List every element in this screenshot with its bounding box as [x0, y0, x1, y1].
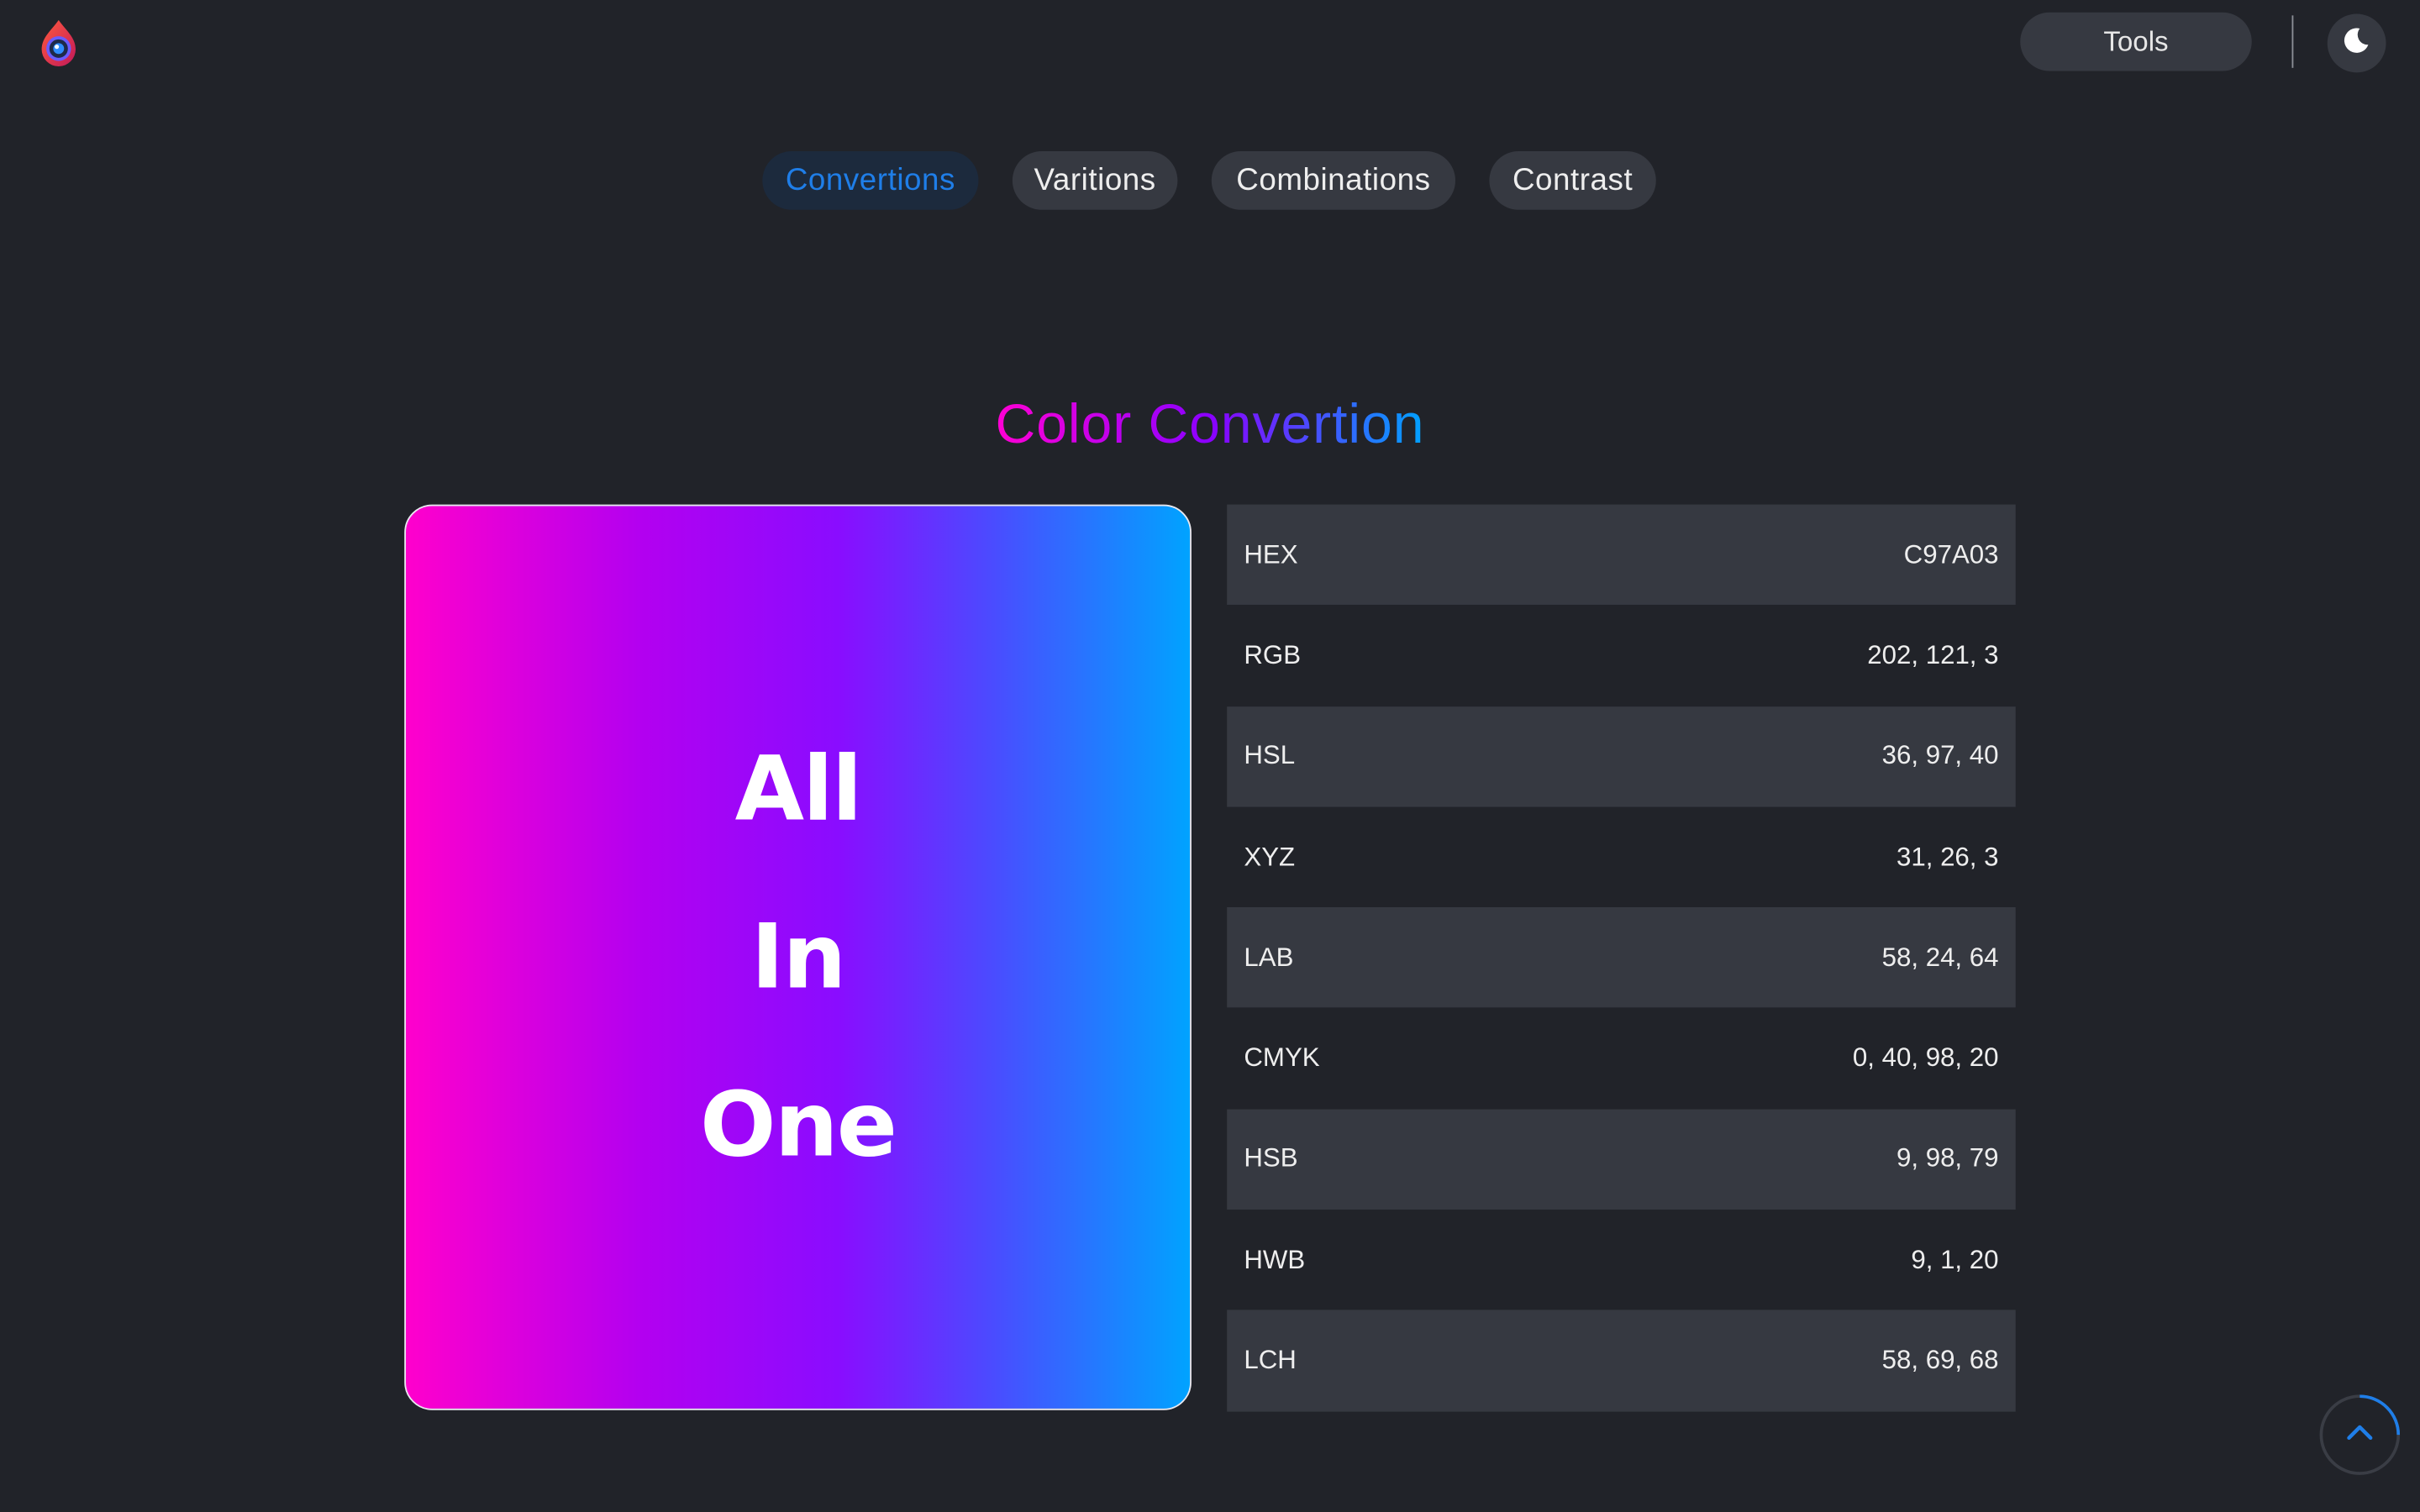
scroll-progress-ring — [2360, 1394, 2401, 1436]
conversion-row-cmyk[interactable]: CMYK 0, 40, 98, 20 — [1227, 1008, 2016, 1109]
tab-label: Contrast — [1512, 162, 1634, 197]
theme-toggle-button[interactable] — [2327, 13, 2386, 73]
hero-word: In — [750, 904, 847, 1010]
page-title-text: Color Convertion — [995, 391, 1425, 455]
conversion-value: 9, 98, 79 — [1896, 1143, 1999, 1173]
eye-drop-logo-icon[interactable] — [37, 18, 80, 68]
conversion-row-rgb[interactable]: RGB 202, 121, 3 — [1227, 606, 2016, 706]
tools-button-label: Tools — [2103, 25, 2169, 57]
gradient-preview-card: All In One — [404, 504, 1192, 1410]
conversion-row-hsb[interactable]: HSB 9, 98, 79 — [1227, 1109, 2016, 1210]
conversion-label: HSB — [1244, 1143, 1298, 1173]
tab-label: Combinations — [1236, 162, 1431, 197]
conversion-value: C97A03 — [1903, 539, 1999, 570]
conversion-value: 202, 121, 3 — [1867, 640, 1999, 670]
tab-convertions[interactable]: Convertions — [762, 150, 979, 210]
tab-label: Varitions — [1034, 162, 1156, 197]
tools-button[interactable]: Tools — [2020, 12, 2252, 71]
conversion-value: 9, 1, 20 — [1911, 1244, 1999, 1274]
conversion-label: HSL — [1244, 741, 1296, 770]
conversion-value: 36, 97, 40 — [1881, 741, 1999, 770]
header-divider — [2291, 15, 2294, 68]
conversion-label: XYZ — [1244, 841, 1296, 871]
scroll-to-top-button[interactable] — [2319, 1394, 2401, 1475]
conversion-value: 31, 26, 3 — [1896, 841, 1999, 871]
conversion-value: 58, 69, 68 — [1881, 1345, 1999, 1375]
conversion-label: RGB — [1244, 640, 1302, 670]
tab-combinations[interactable]: Combinations — [1211, 150, 1456, 210]
conversion-label: HWB — [1244, 1244, 1306, 1274]
hero-word: All — [734, 736, 863, 842]
conversion-row-hex[interactable]: HEX C97A03 — [1227, 504, 2016, 606]
tab-contrast[interactable]: Contrast — [1489, 150, 1656, 210]
page: Tools Convertions Varitions Combinations… — [0, 0, 2420, 1512]
conversion-value: 58, 24, 64 — [1881, 942, 1999, 972]
conversion-label: LCH — [1244, 1345, 1297, 1375]
conversion-table: HEX C97A03 RGB 202, 121, 3 HSL 36, 97, 4… — [1227, 504, 2016, 1411]
conversion-value: 0, 40, 98, 20 — [1852, 1042, 1999, 1073]
hero-word: One — [700, 1072, 897, 1178]
conversion-row-lch[interactable]: LCH 58, 69, 68 — [1227, 1310, 2016, 1411]
conversion-row-xyz[interactable]: XYZ 31, 26, 3 — [1227, 806, 2016, 907]
conversion-row-hwb[interactable]: HWB 9, 1, 20 — [1227, 1210, 2016, 1310]
conversion-label: LAB — [1244, 942, 1294, 972]
tab-varitions[interactable]: Varitions — [1012, 150, 1178, 210]
conversion-label: HEX — [1244, 539, 1298, 570]
conversion-label: CMYK — [1244, 1042, 1320, 1073]
conversion-row-hsl[interactable]: HSL 36, 97, 40 — [1227, 706, 2016, 807]
page-title: Color Convertion — [0, 392, 2420, 457]
conversion-row-lab[interactable]: LAB 58, 24, 64 — [1227, 907, 2016, 1009]
tab-label: Convertions — [785, 162, 955, 197]
moon-icon — [2343, 25, 2370, 60]
